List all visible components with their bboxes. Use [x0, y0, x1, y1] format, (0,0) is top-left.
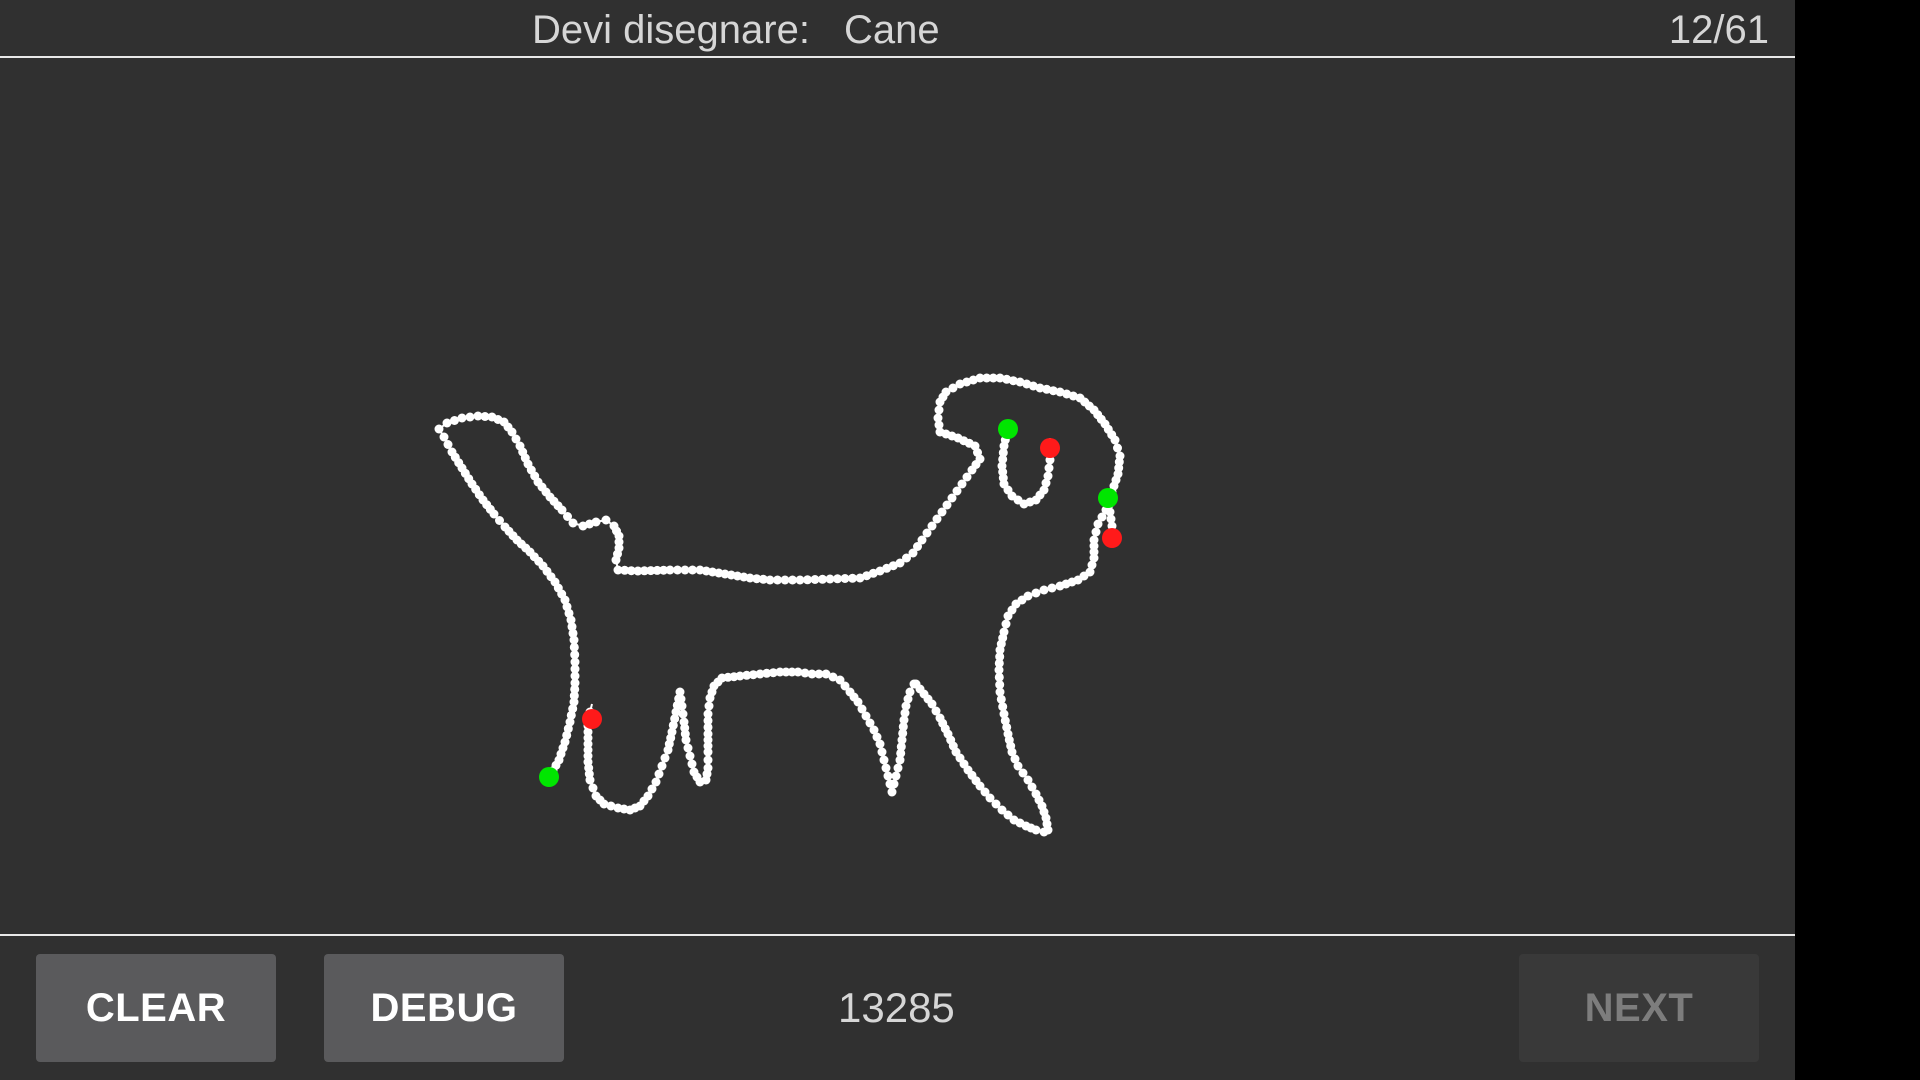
stroke-point: [568, 518, 578, 528]
stroke-point: [909, 679, 919, 689]
screen-edge: [1795, 0, 1920, 1080]
stroke-point: [893, 763, 903, 773]
stroke-point: [439, 432, 449, 442]
stroke-point: [1039, 585, 1049, 595]
stroke-point: [1093, 519, 1103, 529]
stroke-markers: [539, 419, 1122, 787]
stroke-point: [1001, 619, 1011, 629]
debug-button[interactable]: DEBUG: [324, 954, 564, 1062]
stroke-point: [1091, 527, 1101, 537]
stroke-point: [887, 787, 897, 797]
stroke-point: [703, 747, 713, 757]
stroke-point: [1113, 443, 1122, 453]
start-marker: [1098, 488, 1118, 508]
header-bar: Devi disegnare: Cane 12/61: [0, 0, 1795, 56]
footer-bar: CLEAR DEBUG 13285 NEXT: [0, 936, 1795, 1080]
stroke-point: [657, 761, 667, 771]
stroke-point: [877, 747, 887, 757]
drawing-prompt: Devi disegnare: Cane: [532, 6, 940, 54]
sketch-svg: [434, 373, 1125, 837]
stroke-point: [891, 771, 901, 781]
end-marker: [1102, 528, 1122, 548]
stroke-point: [883, 771, 893, 781]
clear-button[interactable]: CLEAR: [36, 954, 276, 1062]
prompt-label: Devi disegnare:: [532, 8, 810, 52]
stroke-point: [457, 413, 467, 423]
target-word: Cane: [843, 8, 940, 52]
stroke-point: [1003, 611, 1013, 621]
stroke-point: [663, 745, 673, 755]
stroke-point: [689, 767, 699, 777]
sketch-strokes: [434, 373, 1125, 837]
stroke-point: [611, 555, 621, 565]
stroke-point: [601, 515, 611, 525]
stroke-point: [1043, 471, 1053, 481]
stroke-point: [591, 791, 601, 801]
stroke-point: [1039, 827, 1049, 837]
start-marker: [998, 419, 1018, 439]
stroke-point: [434, 424, 444, 434]
stroke-point: [660, 753, 670, 763]
stroke-point: [885, 779, 895, 789]
end-marker: [1040, 438, 1060, 458]
stroke-point: [588, 783, 598, 793]
stroke-point: [685, 751, 695, 761]
stroke-point: [879, 755, 889, 765]
stroke-point: [654, 769, 664, 779]
stroke-point: [934, 405, 944, 415]
next-button[interactable]: NEXT: [1519, 954, 1759, 1062]
stroke-point: [591, 517, 601, 527]
stroke-point: [933, 413, 943, 423]
stroke-point: [881, 763, 891, 773]
stroke-point: [679, 717, 689, 727]
stroke-point: [1047, 583, 1057, 593]
stroke-point: [705, 693, 715, 703]
stroke-point: [1110, 435, 1120, 445]
stroke-point: [465, 412, 475, 422]
stroke-point: [895, 755, 905, 765]
stroke-point: [704, 701, 714, 711]
stroke-point: [703, 755, 713, 765]
stroke-point: [1044, 463, 1054, 473]
progress-counter: 12/61: [1668, 8, 1769, 52]
start-marker: [539, 767, 559, 787]
drawing-canvas[interactable]: [0, 58, 1795, 934]
stroke-point: [683, 743, 693, 753]
score-value: 13285: [838, 984, 955, 1031]
stroke-point: [1031, 588, 1041, 598]
stroke-point: [1055, 581, 1065, 591]
drawing-app: Devi disegnare: Cane 12/61 CLEAR DEBUG 13…: [0, 0, 1795, 1080]
end-marker: [582, 709, 602, 729]
stroke-point: [687, 759, 697, 769]
